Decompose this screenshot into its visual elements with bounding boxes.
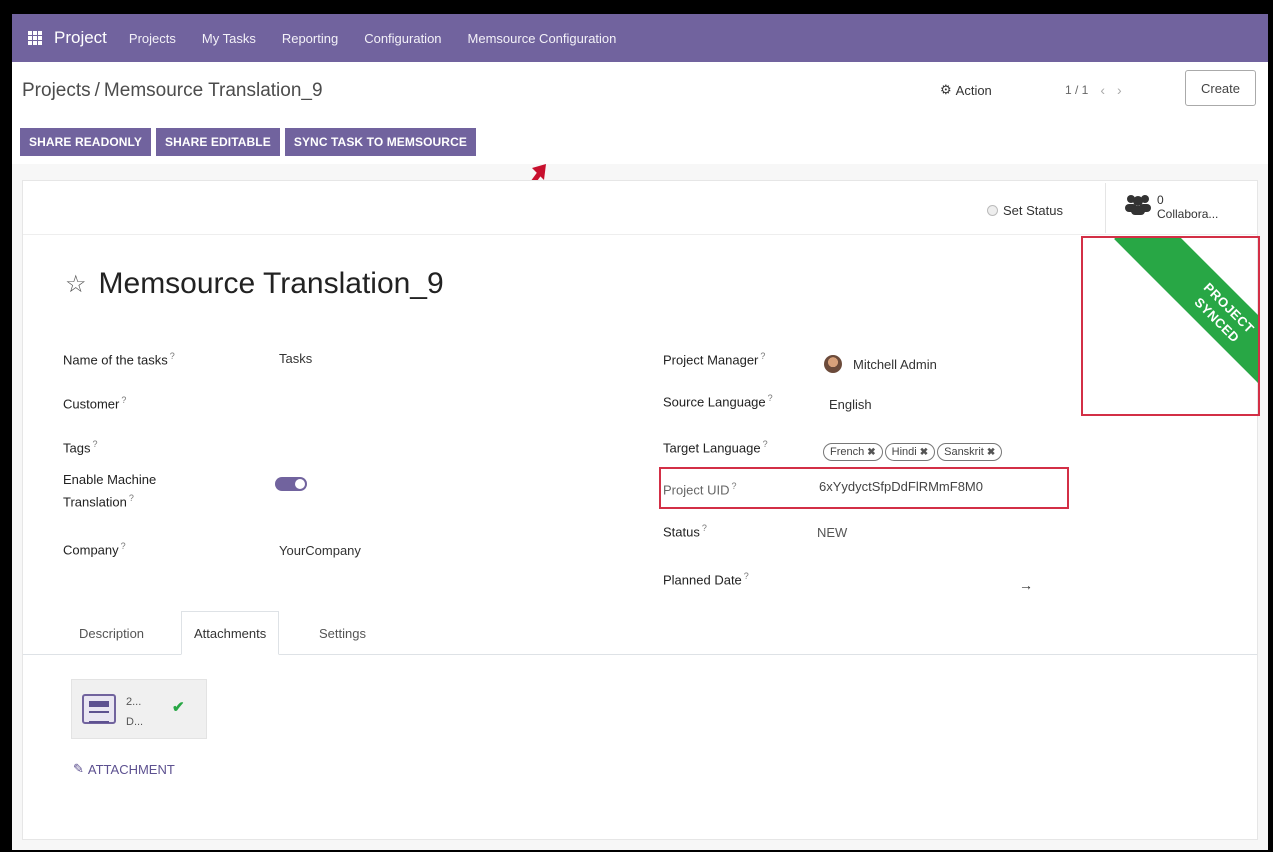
action-label: Action bbox=[955, 82, 992, 98]
project-manager-field[interactable]: Mitchell Admin bbox=[853, 357, 937, 372]
collaborators-count: 0 bbox=[1157, 193, 1164, 207]
machine-translation-label: Enable Machine Translation? bbox=[63, 472, 157, 510]
app-window: Project Projects My Tasks Reporting Conf… bbox=[12, 14, 1268, 850]
menu-projects[interactable]: Projects bbox=[129, 31, 176, 46]
share-readonly-button[interactable]: SHARE READONLY bbox=[20, 128, 151, 156]
company-label: Company? bbox=[63, 541, 126, 558]
attachment-name: 2... D... bbox=[126, 696, 144, 728]
users-icon bbox=[1125, 195, 1151, 215]
pager-value[interactable]: 1 / 1 bbox=[1065, 83, 1088, 97]
notebook-tabs: Description Attachments Settings bbox=[23, 611, 1257, 655]
set-status-button[interactable]: Set Status bbox=[987, 203, 1063, 218]
target-language-label: Target Language? bbox=[663, 439, 768, 456]
top-navbar: Project Projects My Tasks Reporting Conf… bbox=[12, 14, 1268, 62]
star-favorite-icon[interactable]: ☆ bbox=[65, 270, 87, 299]
tags-field[interactable] bbox=[279, 435, 579, 453]
planned-date-arrow-icon[interactable]: → bbox=[1019, 577, 1033, 593]
tag-hindi: Hindi ✖ bbox=[884, 443, 936, 461]
remove-tag-icon[interactable]: ✖ bbox=[920, 447, 928, 458]
project-synced-ribbon: PROJECT SYNCED bbox=[1114, 238, 1258, 414]
customer-label: Customer? bbox=[63, 395, 127, 412]
pager: 1 / 1 ‹ › bbox=[1065, 82, 1122, 98]
status-field: NEW bbox=[817, 525, 848, 540]
breadcrumb: Projects / Memsource Translation_9 bbox=[22, 80, 323, 102]
set-status-label: Set Status bbox=[1003, 203, 1063, 218]
apps-menu-icon[interactable] bbox=[28, 31, 42, 45]
file-icon bbox=[82, 694, 116, 724]
form-header-buttons: SHARE READONLY SHARE EDITABLE SYNC TASK … bbox=[20, 128, 476, 156]
add-attachment-label: ATTACHMENT bbox=[87, 761, 175, 777]
menu-configuration[interactable]: Configuration bbox=[364, 31, 441, 46]
breadcrumb-current: Memsource Translation_9 bbox=[103, 80, 323, 101]
tag-sanskrit: Sanskrit ✖ bbox=[937, 443, 1003, 461]
record-title: ☆ Memsource Translation_9 bbox=[65, 267, 444, 301]
sheet-status-bar: Set Status 0 Collabora... bbox=[23, 181, 1257, 235]
source-language-label: Source Language? bbox=[663, 393, 773, 410]
project-manager-label: Project Manager? bbox=[663, 351, 766, 368]
tags-label: Tags? bbox=[63, 439, 98, 456]
tab-attachments[interactable]: Attachments bbox=[181, 611, 280, 655]
collaborators-label: Collabora... bbox=[1157, 207, 1219, 221]
tab-settings[interactable]: Settings bbox=[307, 611, 378, 655]
planned-date-label: Planned Date? bbox=[663, 571, 749, 588]
name-of-tasks-label: Name of the tasks? bbox=[63, 351, 175, 368]
remove-tag-icon[interactable]: ✖ bbox=[867, 447, 875, 458]
gear-icon: ⚙ bbox=[940, 82, 952, 97]
project-uid-label: Project UID? bbox=[663, 481, 737, 498]
company-field[interactable]: YourCompany bbox=[279, 543, 361, 558]
checkmark-icon: ✔ bbox=[172, 699, 185, 716]
menu-reporting[interactable]: Reporting bbox=[282, 31, 338, 46]
remove-tag-icon[interactable]: ✖ bbox=[987, 447, 995, 458]
share-editable-button[interactable]: SHARE EDITABLE bbox=[155, 128, 280, 156]
tab-description[interactable]: Description bbox=[67, 611, 156, 655]
ribbon-highlight-box: PROJECT SYNCED bbox=[1081, 236, 1260, 416]
status-label: Status? bbox=[663, 523, 707, 540]
paperclip-icon: ✎ bbox=[73, 761, 84, 776]
breadcrumb-parent[interactable]: Projects bbox=[22, 80, 91, 101]
sync-task-to-memsource-button[interactable]: SYNC TASK TO MEMSOURCE bbox=[284, 128, 476, 156]
source-language-field[interactable]: English bbox=[829, 397, 872, 412]
button-box-divider bbox=[1105, 183, 1106, 233]
machine-translation-toggle[interactable] bbox=[275, 477, 307, 491]
app-title[interactable]: Project bbox=[54, 28, 107, 48]
chevron-left-icon[interactable]: ‹ bbox=[1100, 82, 1105, 98]
menu-my-tasks[interactable]: My Tasks bbox=[202, 31, 256, 46]
target-language-field[interactable]: French ✖ Hindi ✖ Sanskrit ✖ bbox=[823, 443, 1003, 461]
chevron-right-icon[interactable]: › bbox=[1117, 82, 1122, 98]
avatar bbox=[824, 355, 842, 373]
tag-french: French ✖ bbox=[823, 443, 883, 461]
attachment-card[interactable]: 2... D... ✔ bbox=[71, 679, 207, 739]
status-radio-icon bbox=[987, 205, 998, 216]
project-uid-field: 6xYydyctSfpDdFlRMmF8M0 bbox=[819, 479, 983, 494]
name-of-tasks-field[interactable]: Tasks bbox=[279, 351, 312, 366]
create-button[interactable]: Create bbox=[1185, 70, 1256, 106]
add-attachment-button[interactable]: ✎ ATTACHMENT bbox=[73, 761, 175, 777]
form-sheet: Set Status 0 Collabora... ☆ Memsource Tr… bbox=[22, 180, 1258, 840]
menu-memsource-configuration[interactable]: Memsource Configuration bbox=[468, 31, 617, 46]
customer-field[interactable] bbox=[279, 391, 579, 409]
breadcrumb-separator: / bbox=[94, 80, 100, 101]
action-menu-button[interactable]: ⚙ Action bbox=[940, 82, 992, 98]
record-title-text[interactable]: Memsource Translation_9 bbox=[99, 267, 444, 301]
collaborators-button[interactable]: 0 Collabora... bbox=[1123, 193, 1218, 221]
